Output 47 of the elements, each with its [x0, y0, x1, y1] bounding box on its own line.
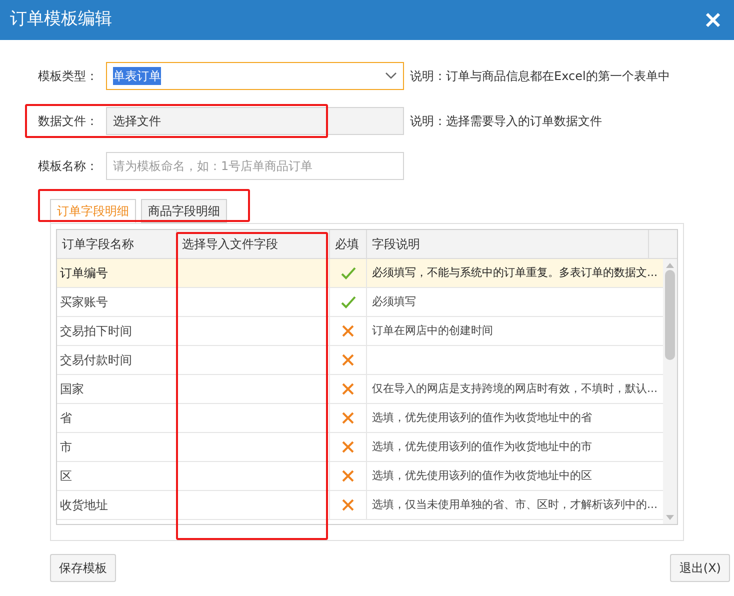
- table-cell: 买家账号: [57, 288, 177, 316]
- field-note: 说明：选择需要导入的订单数据文件: [410, 113, 602, 130]
- table-cell: 国家: [57, 375, 177, 403]
- table-cell-text: 必须填写: [371, 294, 417, 310]
- table-cell-text: 选填，优先使用该列的值作为收货地址中的区: [371, 468, 593, 484]
- tab[interactable]: 商品字段明细: [141, 199, 227, 223]
- field-label: 模板名称：: [38, 158, 99, 175]
- table-cell-text: 订单在网店中的创建时间: [371, 322, 494, 339]
- table-cell-text: 仅在导入的网店是支持跨境的网店时有效，不填时，默认...: [371, 380, 658, 397]
- table-row[interactable]: 交易拍下时间 订单在网店中的创建时间: [57, 317, 662, 346]
- table-cell: 收货地址: [57, 491, 177, 519]
- table-cell-text: 选填，优先使用该列的值作为收货地址中的市: [371, 438, 593, 455]
- template-type-select[interactable]: 单表订单: [106, 62, 404, 90]
- scrollbar[interactable]: [662, 259, 677, 524]
- exit-button[interactable]: 退出(X): [670, 554, 730, 582]
- scroll-down-icon[interactable]: [666, 515, 674, 520]
- table-row[interactable]: 交易付款时间: [57, 346, 662, 375]
- table-row[interactable]: 收货地址 选填，仅当未使用单独的省、市、区时，才解析该列中的...: [57, 491, 662, 520]
- field-label: 数据文件：: [38, 113, 99, 130]
- column-header: 选择导入文件字段: [177, 230, 330, 258]
- table-cell: 交易付款时间: [57, 346, 177, 374]
- table-row[interactable]: 国家 仅在导入的网店是支持跨境的网店时有效，不填时，默认...: [57, 375, 662, 404]
- table-cell-text: 必须填写，不能与系统中的订单重复。多表订单的数据文...: [371, 264, 658, 281]
- table-cell-text: 选填，仅当未使用单独的省、市、区时，才解析该列中的...: [371, 496, 658, 513]
- file-picker[interactable]: 选择文件: [106, 107, 404, 135]
- column-header: 订单字段名称: [57, 230, 177, 258]
- template-name-field[interactable]: 请为模板命名，如：1号店单商品订单: [106, 152, 404, 180]
- table-cell: 省: [57, 404, 177, 432]
- column-header: 必填: [330, 230, 367, 258]
- table-cell: 区: [57, 462, 177, 490]
- chevron-down-icon: [385, 72, 397, 80]
- table-row[interactable]: 省 选填，优先使用该列的值作为收货地址中的省: [57, 404, 662, 433]
- field-note: 说明：订单与商品信息都在Excel的第一个表单中: [410, 68, 670, 85]
- save-template-button[interactable]: 保存模板: [50, 554, 116, 582]
- column-header: 字段说明: [367, 230, 649, 258]
- table-row[interactable]: 市 选填，优先使用该列的值作为收货地址中的市: [57, 433, 662, 462]
- window-title: 订单模板编辑: [10, 8, 112, 32]
- table-cell: 订单编号: [57, 259, 177, 287]
- table-cell: 市: [57, 433, 177, 461]
- table-row[interactable]: 买家账号 必须填写: [57, 288, 662, 317]
- table-cell: 交易拍下时间: [57, 317, 177, 345]
- scroll-up-icon[interactable]: [666, 263, 674, 268]
- table-row[interactable]: 订单编号 必须填写，不能与系统中的订单重复。多表订单的数据文...: [57, 259, 662, 288]
- scrollbar-thumb[interactable]: [664, 270, 675, 360]
- table-row[interactable]: 区 选填，优先使用该列的值作为收货地址中的区: [57, 462, 662, 491]
- table-cell-text: 选填，优先使用该列的值作为收货地址中的省: [371, 410, 593, 426]
- field-label: 模板类型：: [38, 68, 99, 85]
